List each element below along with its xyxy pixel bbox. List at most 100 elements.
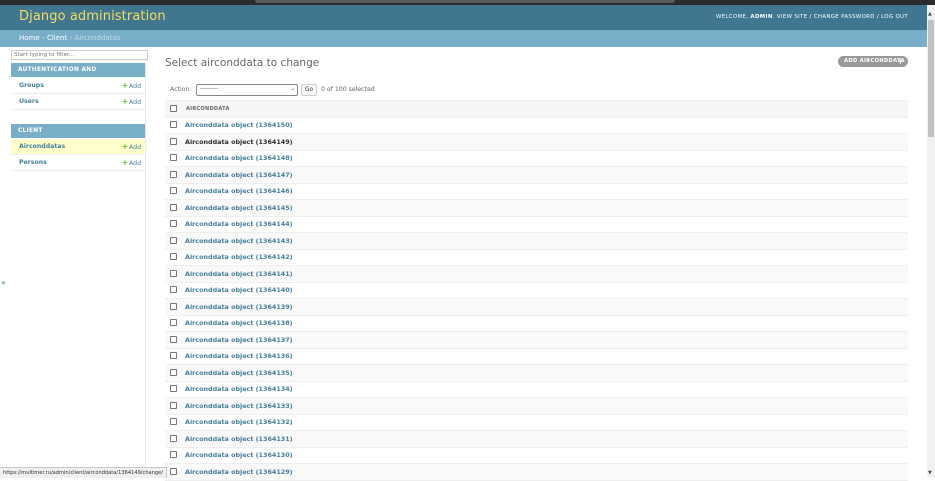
- breadcrumb: Home › Client › Airconddatas: [0, 30, 927, 47]
- site-name-link[interactable]: Django administration: [19, 9, 166, 24]
- row-select-checkbox[interactable]: [170, 203, 177, 211]
- row-object-link[interactable]: Airconddata object (1364137): [185, 336, 293, 344]
- row-select-checkbox[interactable]: [170, 368, 177, 376]
- add-airconddata-button[interactable]: ADD AIRCONDDATA +: [838, 56, 908, 67]
- table-row: Airconddata object (1364140): [165, 282, 908, 299]
- row-object-link[interactable]: Airconddata object (1364131): [185, 435, 293, 443]
- row-select-checkbox[interactable]: [170, 401, 177, 409]
- row-object-link[interactable]: Airconddata object (1364145): [185, 204, 293, 212]
- model-link-airconddatas[interactable]: Airconddatas: [19, 139, 65, 154]
- model-link-groups[interactable]: Groups: [19, 78, 44, 93]
- row-object-link[interactable]: Airconddata object (1364139): [185, 303, 293, 311]
- row-select-checkbox[interactable]: [170, 253, 177, 260]
- row-object-link[interactable]: Airconddata object (1364129): [185, 468, 293, 476]
- row-object-link[interactable]: Airconddata object (1364141): [185, 270, 293, 278]
- toggle-nav-sidebar-button[interactable]: «: [1, 278, 6, 287]
- scroll-up-arrow-icon[interactable]: ▲: [928, 11, 932, 17]
- table-header: AIRCONDDATA: [165, 100, 908, 118]
- row-select-checkbox[interactable]: [170, 385, 177, 392]
- row-select-checkbox[interactable]: [170, 335, 177, 343]
- row-select-checkbox[interactable]: [170, 269, 177, 277]
- scroll-down-arrow-icon[interactable]: ▼: [928, 470, 932, 476]
- sidebar-item-groups: Groups +Add: [11, 78, 145, 94]
- table-row: Airconddata object (1364134): [165, 381, 908, 398]
- row-select-checkbox[interactable]: [170, 451, 177, 458]
- row-select-checkbox[interactable]: [170, 319, 177, 326]
- row-select-checkbox[interactable]: [170, 434, 177, 442]
- row-select-checkbox[interactable]: [170, 418, 177, 425]
- row-object-link[interactable]: Airconddata object (1364142): [185, 253, 293, 261]
- breadcrumb-separator: ›: [69, 34, 73, 42]
- row-object-link[interactable]: Airconddata object (1364132): [185, 418, 293, 426]
- scroll-thumb[interactable]: [928, 20, 934, 137]
- row-select-checkbox[interactable]: [170, 154, 177, 161]
- row-object-link[interactable]: Airconddata object (1364147): [185, 171, 293, 179]
- column-header-airconddata[interactable]: AIRCONDDATA: [186, 106, 230, 112]
- breadcrumb-app[interactable]: Client: [47, 34, 67, 42]
- logout-link[interactable]: LOG OUT: [881, 14, 908, 20]
- plus-icon: +: [121, 142, 129, 151]
- row-object-link[interactable]: Airconddata object (1364136): [185, 352, 293, 360]
- add-button-label: ADD AIRCONDDATA: [844, 58, 905, 64]
- plus-icon: +: [896, 57, 904, 66]
- welcome-text: WELCOME,: [716, 14, 749, 20]
- row-object-link[interactable]: Airconddata object (1364133): [185, 402, 293, 410]
- table-row: Airconddata object (1364146): [165, 183, 908, 200]
- app-caption-client[interactable]: CLIENT: [11, 124, 145, 138]
- row-object-link[interactable]: Airconddata object (1364146): [185, 187, 293, 195]
- add-link-airconddatas[interactable]: +Add: [122, 139, 141, 155]
- row-object-link[interactable]: Airconddata object (1364143): [185, 237, 293, 245]
- user-tools-separator: /: [809, 14, 812, 20]
- scrollbar[interactable]: ▲ ▼: [927, 5, 935, 477]
- plus-icon: +: [121, 158, 129, 167]
- breadcrumb-home[interactable]: Home: [19, 34, 40, 42]
- row-object-link[interactable]: Airconddata object (1364140): [185, 286, 293, 294]
- breadcrumb-current: Airconddatas: [74, 34, 121, 42]
- table-row: Airconddata object (1364145): [165, 199, 908, 217]
- row-object-link[interactable]: Airconddata object (1364130): [185, 451, 293, 459]
- action-select[interactable]: --------- ⌄: [196, 84, 298, 96]
- select-all-checkbox[interactable]: [170, 105, 177, 112]
- action-label: Action:: [170, 86, 192, 93]
- table-row: Airconddata object (1364132): [165, 414, 908, 431]
- change-password-link[interactable]: CHANGE PASSWORD: [814, 14, 875, 20]
- table-row: Airconddata object (1364133): [165, 397, 908, 415]
- page-title: Select airconddata to change: [165, 57, 320, 69]
- row-object-link[interactable]: Airconddata object (1364149): [185, 138, 293, 146]
- row-object-link[interactable]: Airconddata object (1364138): [185, 319, 293, 327]
- table-row: Airconddata object (1364139): [165, 298, 908, 316]
- action-select-value: ---------: [200, 86, 219, 92]
- table-row: Airconddata object (1364135): [165, 364, 908, 382]
- table-row: Airconddata object (1364143): [165, 232, 908, 250]
- action-counter: 0 of 100 selected: [321, 86, 375, 93]
- row-select-checkbox[interactable]: [170, 220, 177, 227]
- add-link-persons[interactable]: +Add: [122, 155, 141, 171]
- row-select-checkbox[interactable]: [170, 286, 177, 293]
- welcome-period: .: [772, 14, 775, 20]
- add-link-users[interactable]: +Add: [122, 94, 141, 110]
- row-object-link[interactable]: Airconddata object (1364150): [185, 121, 293, 129]
- add-link-groups[interactable]: +Add: [122, 78, 141, 94]
- row-select-checkbox[interactable]: [170, 467, 177, 475]
- row-select-checkbox[interactable]: [170, 352, 177, 359]
- username: ADMIN: [750, 14, 773, 20]
- app-caption-auth[interactable]: AUTHENTICATION AND AUTHORIZATION: [11, 63, 145, 87]
- row-select-checkbox[interactable]: [170, 302, 177, 310]
- row-object-link[interactable]: Airconddata object (1364144): [185, 220, 293, 228]
- plus-icon: +: [121, 97, 129, 106]
- go-button[interactable]: Go: [301, 84, 317, 96]
- row-select-checkbox[interactable]: [170, 236, 177, 244]
- row-select-checkbox[interactable]: [170, 187, 177, 194]
- model-link-users[interactable]: Users: [19, 94, 39, 109]
- row-object-link[interactable]: Airconddata object (1364148): [185, 154, 293, 162]
- row-select-checkbox[interactable]: [170, 170, 177, 178]
- row-object-link[interactable]: Airconddata object (1364135): [185, 369, 293, 377]
- row-select-checkbox[interactable]: [170, 121, 177, 128]
- view-site-link[interactable]: VIEW SITE: [777, 14, 808, 20]
- plus-icon: +: [121, 81, 129, 90]
- model-link-persons[interactable]: Persons: [19, 155, 47, 170]
- row-select-checkbox[interactable]: [170, 137, 177, 145]
- row-object-link[interactable]: Airconddata object (1364134): [185, 385, 293, 393]
- nav-filter-input[interactable]: [11, 50, 148, 60]
- table-row: Airconddata object (1364148): [165, 150, 908, 167]
